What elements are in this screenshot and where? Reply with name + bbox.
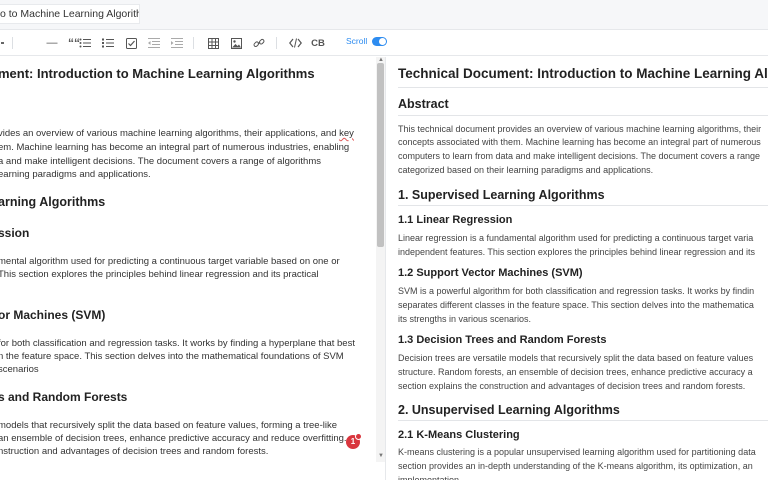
editor-line: nstruction and advantages of decision tr…	[0, 446, 269, 457]
preview-title: Technical Document: Introduction to Mach…	[398, 66, 768, 81]
editor-line: a and make intelligent decisions. The do…	[0, 156, 322, 167]
image-icon	[230, 37, 242, 49]
link-icon	[253, 38, 265, 47]
preview-paragraph-line: independent features. This section explo…	[398, 247, 756, 257]
heading-rule	[398, 205, 768, 206]
preview-abstract-heading: Abstract	[398, 97, 449, 111]
preview-paragraph-line: its strengths in various scenarios.	[398, 314, 532, 324]
code-block-label: CB	[311, 37, 325, 49]
editor-line-heading: s and Random Forests	[0, 390, 128, 404]
heading-rule	[398, 87, 768, 88]
task-list-button[interactable]	[123, 34, 139, 52]
bullet-list-icon	[79, 38, 91, 48]
preview-paragraph-line: separates different classes in the featu…	[398, 300, 754, 310]
link-button[interactable]	[251, 34, 267, 52]
preview-section-heading: 1. Supervised Learning Algorithms	[398, 188, 605, 202]
preview-section-heading: 2. Unsupervised Learning Algorithms	[398, 403, 620, 417]
indent-button[interactable]	[169, 34, 185, 52]
preview-paragraph-line: K-means clustering is a popular unsuperv…	[398, 447, 756, 457]
editor-scrollbar[interactable]: ▲ ▼	[376, 57, 385, 462]
horizontal-rule-button[interactable]: —	[44, 34, 60, 52]
title-bar: o to Machine Learning Algorithms	[0, 0, 768, 30]
preview-paragraph-line: section provides an in-depth understandi…	[398, 461, 753, 471]
document-title-input[interactable]: o to Machine Learning Algorithms	[0, 4, 140, 24]
scroll-sync-toggle[interactable]	[372, 37, 387, 46]
preview-subsection-heading: 1.1 Linear Regression	[398, 214, 513, 226]
scroll-down-arrow-icon[interactable]: ▼	[378, 453, 384, 459]
editor-line: for both classification and regression t…	[0, 338, 355, 349]
preview-paragraph-line: This technical document provides an over…	[398, 124, 762, 134]
table-icon	[207, 37, 219, 49]
editor-line: em. Machine learning has become an integ…	[0, 142, 350, 153]
editor-line-heading: ssion	[0, 226, 30, 240]
preview-paragraph-line: categorized based on their learning para…	[398, 165, 654, 175]
editor-line: vides an overview of various machine lea…	[0, 128, 354, 139]
preview-paragraph-line: implementation	[398, 475, 460, 480]
toolbar-separator	[193, 37, 194, 49]
numbered-list-button[interactable]	[100, 34, 116, 52]
editor-line: scenarios	[0, 364, 39, 375]
preview-subsection-heading: 1.3 Decision Trees and Random Forests	[398, 334, 607, 346]
heading-rule	[398, 115, 768, 116]
editor-line: models that recursively split the data b…	[0, 420, 338, 431]
numbered-list-icon	[102, 38, 114, 48]
spellcheck-word: key	[339, 128, 354, 139]
editor-line-heading: or Machines (SVM)	[0, 308, 106, 322]
scroll-sync-label: Scroll	[346, 36, 368, 46]
editor-line: n the feature space. This section delves…	[0, 351, 344, 362]
bullet-list-button[interactable]	[77, 34, 93, 52]
preview-subsection-heading: 2.1 K-Means Clustering	[398, 429, 520, 441]
preview-paragraph-line: section explains the construction and ad…	[398, 381, 746, 391]
preview-paragraph-line: Decision trees are versatile models that…	[398, 353, 754, 363]
notification-badge[interactable]: 1	[346, 433, 362, 449]
heading-rule	[398, 420, 768, 421]
code-button[interactable]	[287, 34, 303, 52]
editor-line-heading: arning Algorithms	[0, 195, 106, 209]
toolbar-separator	[276, 37, 277, 49]
preview-paragraph-line: SVM is a powerful algorithm for both cla…	[398, 286, 755, 296]
preview-paragraph-line: Linear regression is a fundamental algor…	[398, 233, 754, 243]
editor-line: This section explores the principles beh…	[0, 269, 319, 280]
preview-pane: Technical Document: Introduction to Mach…	[386, 57, 768, 480]
table-button[interactable]	[205, 34, 221, 52]
code-block-button[interactable]: CB	[310, 34, 326, 52]
toolbar-separator	[12, 37, 13, 49]
code-icon	[288, 38, 302, 48]
checkbox-icon	[125, 37, 137, 49]
preview-paragraph-line: computers to learn from data and make in…	[398, 151, 761, 161]
editor-line: earning paradigms and applications.	[0, 169, 151, 180]
markdown-editor-pane[interactable]: ment: Introduction to Machine Learning A…	[0, 57, 376, 480]
image-button[interactable]	[228, 34, 244, 52]
horizontal-rule-icon: —	[46, 37, 58, 49]
editor-line: an ensemble of decision trees, enhance p…	[0, 433, 347, 444]
toolbar-overflow-icon[interactable]	[0, 34, 6, 52]
preview-paragraph-line: concepts associated with them. Machine l…	[398, 137, 761, 147]
editor-scrollbar-thumb[interactable]	[377, 63, 384, 247]
editor-line-title: ment: Introduction to Machine Learning A…	[0, 66, 315, 81]
indent-icon	[171, 38, 183, 48]
preview-subsection-heading: 1.2 Support Vector Machines (SVM)	[398, 267, 583, 279]
outdent-icon	[148, 38, 160, 48]
editor-line: mental algorithm used for predicting a c…	[0, 256, 340, 267]
outdent-button[interactable]	[146, 34, 162, 52]
preview-paragraph-line: structure. Random forests, an ensemble o…	[398, 367, 753, 377]
